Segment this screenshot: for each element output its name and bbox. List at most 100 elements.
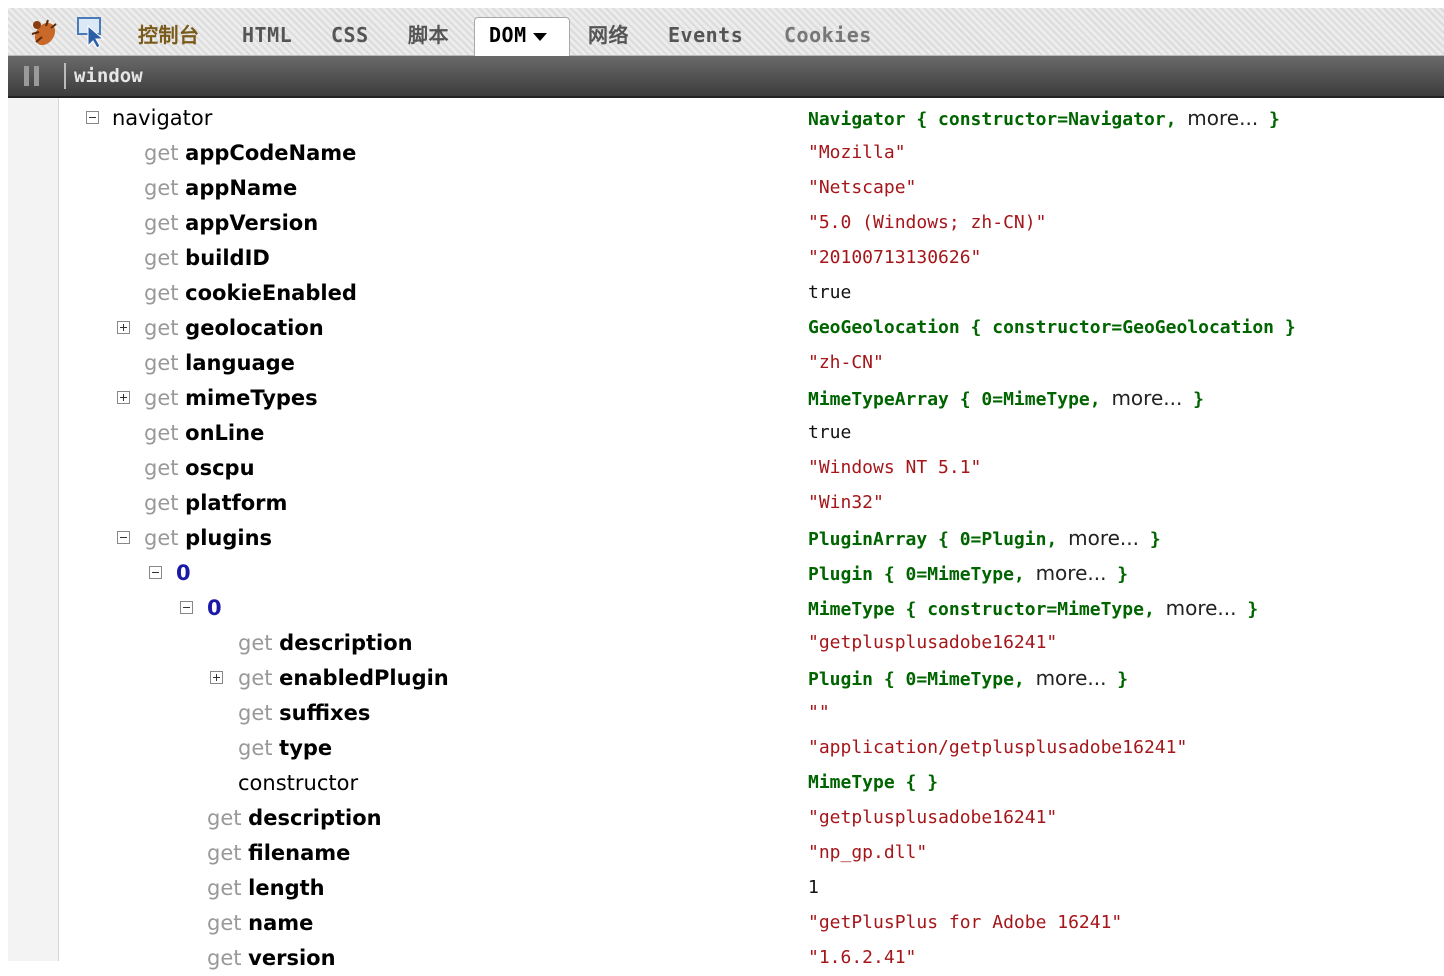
property-name: filename (248, 841, 351, 865)
value-text: GeoGeolocation { constructor=GeoGeolocat… (808, 317, 1296, 338)
collapse-minus-icon[interactable] (149, 566, 162, 579)
getter-prefix: get (144, 246, 179, 270)
property-name: type (279, 736, 333, 760)
property-value[interactable]: MimeType { } (808, 769, 938, 797)
dom-row[interactable]: get cookieEnabled true (8, 276, 1444, 311)
tab-dom[interactable]: DOM (474, 17, 570, 57)
property-label[interactable]: get filename (207, 839, 350, 867)
property-label[interactable]: get platform (144, 489, 287, 517)
dom-row[interactable]: get buildID "20100713130626" (8, 241, 1444, 276)
property-value[interactable]: Navigator { constructor=Navigator, more.… (808, 104, 1280, 132)
more-link[interactable]: more... (1036, 561, 1107, 585)
property-value: "getplusplusadobe16241" (808, 804, 1057, 832)
dom-row[interactable]: get appName "Netscape" (8, 171, 1444, 206)
more-link[interactable]: more... (1187, 106, 1258, 130)
property-name: length (248, 876, 325, 900)
property-label[interactable]: 0 (207, 594, 222, 622)
property-value[interactable]: Plugin { 0=MimeType, more... } (808, 559, 1128, 587)
tab-console[interactable]: 控制台 (138, 18, 200, 52)
dom-row[interactable]: get description "getplusplusadobe16241" (8, 626, 1444, 661)
tab-cookies[interactable]: Cookies (784, 18, 872, 52)
more-link[interactable]: more... (1068, 526, 1139, 550)
property-label[interactable]: get buildID (144, 244, 270, 272)
property-label[interactable]: get onLine (144, 419, 264, 447)
tab-dom-label: DOM (489, 23, 527, 47)
dom-row[interactable]: get language "zh-CN" (8, 346, 1444, 381)
value-text: "getPlusPlus for Adobe 16241" (808, 912, 1123, 933)
collapse-minus-icon[interactable] (117, 531, 130, 544)
collapse-minus-icon[interactable] (86, 111, 99, 124)
dom-row[interactable]: get appVersion "5.0 (Windows; zh-CN)" (8, 206, 1444, 241)
more-link[interactable]: more... (1166, 596, 1237, 620)
dom-row[interactable]: get name "getPlusPlus for Adobe 16241" (8, 906, 1444, 941)
more-link[interactable]: more... (1036, 666, 1107, 690)
dom-row[interactable]: constructor MimeType { } (8, 766, 1444, 801)
property-value[interactable]: MimeType { constructor=MimeType, more...… (808, 594, 1258, 622)
property-label[interactable]: get length (207, 874, 325, 902)
dom-row[interactable]: get mimeTypes MimeTypeArray { 0=MimeType,… (8, 381, 1444, 416)
property-label[interactable]: get appCodeName (144, 139, 356, 167)
property-label[interactable]: get appVersion (144, 209, 318, 237)
expand-plus-icon[interactable] (117, 391, 130, 404)
tab-network[interactable]: 网络 (588, 18, 629, 52)
property-name: suffixes (279, 701, 371, 725)
property-label[interactable]: get oscpu (144, 454, 255, 482)
property-label[interactable]: get appName (144, 174, 297, 202)
property-value[interactable]: Plugin { 0=MimeType, more... } (808, 664, 1128, 692)
dom-row[interactable]: get enabledPlugin Plugin { 0=MimeType, mo… (8, 661, 1444, 696)
dom-row[interactable]: get platform "Win32" (8, 486, 1444, 521)
property-label[interactable]: get suffixes (238, 699, 370, 727)
dom-row[interactable]: get length 1 (8, 871, 1444, 906)
collapse-minus-icon[interactable] (180, 601, 193, 614)
expand-plus-icon[interactable] (210, 671, 223, 684)
property-label[interactable]: get mimeTypes (144, 384, 318, 412)
property-label[interactable]: get name (207, 909, 313, 937)
chevron-down-icon[interactable] (532, 32, 547, 41)
property-label[interactable]: get geolocation (144, 314, 324, 342)
dom-row[interactable]: get oscpu "Windows NT 5.1" (8, 451, 1444, 486)
property-label[interactable]: get type (238, 734, 332, 762)
getter-prefix: get (144, 316, 179, 340)
firebug-icon[interactable] (26, 14, 62, 50)
expand-plus-icon[interactable] (117, 321, 130, 334)
property-label[interactable]: constructor (238, 769, 358, 797)
property-label[interactable]: get description (207, 804, 382, 832)
dom-row[interactable]: get suffixes "" (8, 696, 1444, 731)
property-label[interactable]: 0 (176, 559, 191, 587)
breadcrumb-window[interactable]: window (64, 63, 143, 89)
tab-script[interactable]: 脚本 (408, 18, 449, 52)
tab-events[interactable]: Events (668, 18, 743, 52)
property-label[interactable]: get enabledPlugin (238, 664, 449, 692)
property-name: geolocation (185, 316, 324, 340)
property-label[interactable]: get language (144, 349, 295, 377)
dom-row[interactable]: get version "1.6.2.41" (8, 941, 1444, 976)
property-label[interactable]: get cookieEnabled (144, 279, 357, 307)
getter-prefix: get (144, 211, 179, 235)
value-text: "Netscape" (808, 177, 917, 198)
dom-row[interactable]: 0 MimeType { constructor=MimeType, more..… (8, 591, 1444, 626)
tab-css[interactable]: CSS (331, 18, 369, 52)
dom-row[interactable]: get appCodeName "Mozilla" (8, 136, 1444, 171)
property-label[interactable]: navigator (112, 104, 212, 132)
pause-icon[interactable] (24, 66, 44, 86)
dom-row[interactable]: get type "application/getplusplusadobe162… (8, 731, 1444, 766)
inspect-cursor-icon[interactable] (76, 16, 106, 48)
property-name: 0 (176, 561, 191, 585)
dom-row[interactable]: 0 Plugin { 0=MimeType, more... } (8, 556, 1444, 591)
dom-row[interactable]: get geolocation GeoGeolocation { construc… (8, 311, 1444, 346)
value-text: 1 (808, 877, 819, 898)
property-label[interactable]: get plugins (144, 524, 272, 552)
dom-row[interactable]: get filename "np_gp.dll" (8, 836, 1444, 871)
more-link[interactable]: more... (1111, 386, 1182, 410)
property-label[interactable]: get description (238, 629, 413, 657)
property-label[interactable]: get version (207, 944, 336, 972)
dom-row[interactable]: navigator Navigator { constructor=Navigat… (8, 101, 1444, 136)
property-value[interactable]: PluginArray { 0=Plugin, more... } (808, 524, 1161, 552)
property-value[interactable]: GeoGeolocation { constructor=GeoGeolocat… (808, 314, 1296, 342)
property-value[interactable]: MimeTypeArray { 0=MimeType, more... } (808, 384, 1204, 412)
value-text: "application/getplusplusadobe16241" (808, 737, 1188, 758)
tab-html[interactable]: HTML (242, 18, 292, 52)
dom-row[interactable]: get onLine true (8, 416, 1444, 451)
dom-row[interactable]: get description "getplusplusadobe16241" (8, 801, 1444, 836)
dom-row[interactable]: get plugins PluginArray { 0=Plugin, more.… (8, 521, 1444, 556)
